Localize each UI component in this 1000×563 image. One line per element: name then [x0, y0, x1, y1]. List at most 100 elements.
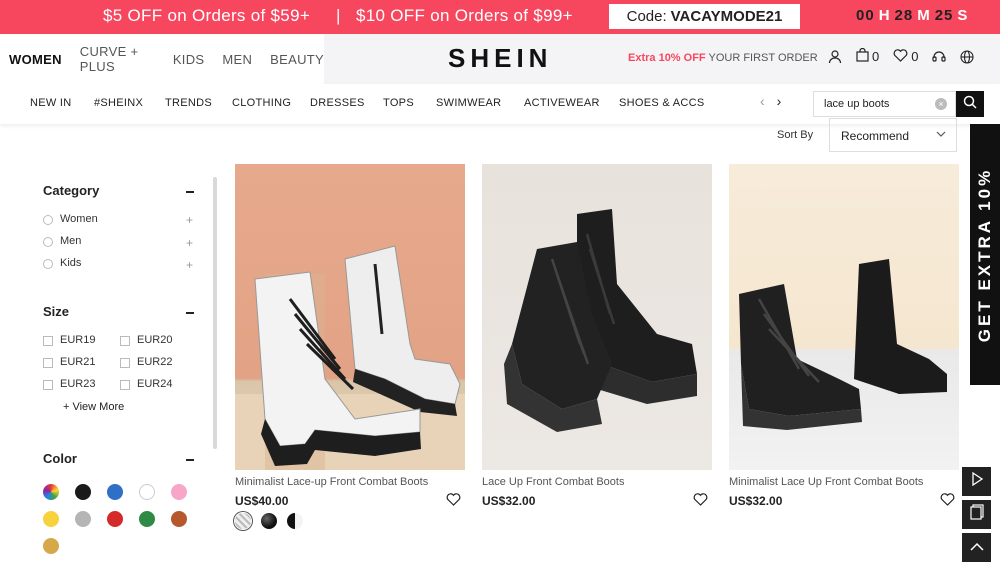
- product-card[interactable]: Minimalist Lace Up Front Combat Boots US…: [729, 164, 959, 508]
- support-icon[interactable]: [932, 50, 947, 64]
- nav-prev-arrow[interactable]: ‹: [760, 93, 765, 109]
- search-input[interactable]: lace up boots ×: [813, 91, 956, 117]
- chevron-up-icon: [969, 539, 984, 557]
- category-curve-plus[interactable]: CURVE + PLUS: [80, 44, 155, 74]
- color-swatch-multi[interactable]: [43, 484, 59, 500]
- first-order-offer-text: YOUR FIRST ORDER: [705, 52, 818, 64]
- category-beauty[interactable]: BEAUTY: [270, 52, 324, 67]
- nav-swimwear[interactable]: SWIMWEAR: [436, 97, 501, 109]
- copy-icon: [969, 504, 984, 525]
- nav-activewear[interactable]: ACTIVEWEAR: [524, 97, 600, 109]
- size-option[interactable]: EUR21: [60, 356, 95, 368]
- expand-kids-icon[interactable]: +: [186, 258, 193, 272]
- sidebar-scrollbar[interactable]: [213, 177, 217, 449]
- chevron-down-icon: [936, 128, 946, 142]
- filter-option-women[interactable]: Women: [60, 213, 98, 225]
- shein-logo[interactable]: SHEIN: [448, 43, 552, 74]
- search-icon: [963, 95, 977, 114]
- size-checkbox[interactable]: [120, 380, 130, 390]
- site-header: WOMEN CURVE + PLUS KIDS MEN BEAUTY SHEIN…: [0, 34, 1000, 84]
- color-swatch-gold[interactable]: [43, 538, 59, 554]
- wishlist-button[interactable]: 0: [893, 48, 919, 65]
- first-order-offer[interactable]: Extra 10% OFF YOUR FIRST ORDER: [628, 52, 818, 64]
- clear-search-icon[interactable]: ×: [935, 98, 947, 110]
- promo-bar[interactable]: $5 OFF on Orders of $59+ | $10 OFF on Or…: [0, 0, 1000, 34]
- sort-dropdown[interactable]: Recommend: [829, 118, 957, 152]
- heart-icon: [893, 48, 908, 65]
- promo-code-box[interactable]: Code: VACAYMODE21: [609, 4, 800, 29]
- nav-dresses[interactable]: DRESSES: [310, 97, 365, 109]
- nav-next-arrow[interactable]: ›: [777, 93, 782, 109]
- promo-offer-2: $10 OFF on Orders of $99+: [356, 6, 573, 25]
- product-image[interactable]: [729, 164, 959, 470]
- radio-women[interactable]: [43, 215, 53, 225]
- search-button[interactable]: [956, 91, 984, 117]
- size-checkbox[interactable]: [120, 358, 130, 368]
- product-name[interactable]: Minimalist Lace Up Front Combat Boots: [729, 476, 923, 488]
- back-to-top-button[interactable]: [962, 533, 991, 562]
- size-option[interactable]: EUR23: [60, 378, 95, 390]
- globe-icon[interactable]: [960, 49, 975, 64]
- color-swatch-pink[interactable]: [171, 484, 187, 500]
- size-checkbox[interactable]: [43, 380, 53, 390]
- category-kids[interactable]: KIDS: [173, 52, 205, 67]
- add-to-wishlist-heart-icon[interactable]: [446, 493, 461, 511]
- add-to-wishlist-heart-icon[interactable]: [940, 493, 955, 511]
- color-swatch-grey[interactable]: [75, 511, 91, 527]
- cart-button[interactable]: 0: [856, 47, 879, 65]
- nav-shoes-accs[interactable]: SHOES & ACCS: [619, 97, 705, 109]
- product-image[interactable]: [482, 164, 712, 470]
- get-extra-banner[interactable]: GET EXTRA 10%: [970, 124, 1000, 385]
- color-swatch-blue[interactable]: [107, 484, 123, 500]
- size-checkbox[interactable]: [120, 336, 130, 346]
- category-men[interactable]: MEN: [222, 52, 252, 67]
- nav-arrows: ‹ ›: [760, 93, 781, 109]
- collapse-size-icon[interactable]: [186, 312, 194, 314]
- nav-new-in[interactable]: NEW IN: [30, 97, 72, 109]
- expand-men-icon[interactable]: +: [186, 236, 193, 250]
- copy-button[interactable]: [962, 500, 991, 529]
- size-checkbox[interactable]: [43, 336, 53, 346]
- product-image[interactable]: [235, 164, 465, 470]
- filter-option-men[interactable]: Men: [60, 235, 81, 247]
- sort-label: Sort By: [777, 129, 814, 141]
- color-swatch-green[interactable]: [139, 511, 155, 527]
- size-option[interactable]: EUR24: [137, 378, 172, 390]
- account-icon[interactable]: [828, 49, 842, 64]
- variant-black[interactable]: [261, 513, 277, 529]
- color-swatch-yellow[interactable]: [43, 511, 59, 527]
- color-swatch-white[interactable]: [139, 484, 155, 500]
- expand-women-icon[interactable]: +: [186, 213, 193, 227]
- product-name[interactable]: Lace Up Front Combat Boots: [482, 476, 624, 488]
- play-button[interactable]: [962, 467, 991, 496]
- size-option[interactable]: EUR22: [137, 356, 172, 368]
- collapse-category-icon[interactable]: [186, 191, 194, 193]
- countdown-timer: 00 H 28 M 25 S: [856, 7, 972, 24]
- product-name[interactable]: Minimalist Lace-up Front Combat Boots: [235, 476, 428, 488]
- size-option[interactable]: EUR20: [137, 334, 172, 346]
- color-swatch-brown[interactable]: [171, 511, 187, 527]
- size-checkbox[interactable]: [43, 358, 53, 368]
- size-option[interactable]: EUR19: [60, 334, 95, 346]
- add-to-wishlist-heart-icon[interactable]: [693, 493, 708, 511]
- category-women[interactable]: WOMEN: [9, 52, 62, 67]
- collapse-color-icon[interactable]: [186, 459, 194, 461]
- nav-trends[interactable]: TRENDS: [165, 97, 212, 109]
- nav-sheinx[interactable]: #SHEINX: [94, 97, 143, 109]
- color-swatch-red[interactable]: [107, 511, 123, 527]
- nav-tops[interactable]: TOPS: [383, 97, 414, 109]
- radio-men[interactable]: [43, 237, 53, 247]
- view-more-sizes-link[interactable]: + View More: [63, 401, 124, 413]
- color-swatch-black[interactable]: [75, 484, 91, 500]
- radio-kids[interactable]: [43, 259, 53, 269]
- wishlist-count: 0: [911, 49, 919, 64]
- filter-option-kids[interactable]: Kids: [60, 257, 81, 269]
- variant-white[interactable]: [235, 513, 251, 529]
- nav-clothing[interactable]: CLOTHING: [232, 97, 291, 109]
- product-card[interactable]: Minimalist Lace-up Front Combat Boots US…: [235, 164, 465, 529]
- filter-color-title[interactable]: Color: [43, 451, 77, 466]
- variant-black-white[interactable]: [287, 513, 303, 529]
- product-card[interactable]: Lace Up Front Combat Boots US$32.00: [482, 164, 712, 508]
- filter-category-title[interactable]: Category: [43, 183, 99, 198]
- filter-size-title[interactable]: Size: [43, 304, 69, 319]
